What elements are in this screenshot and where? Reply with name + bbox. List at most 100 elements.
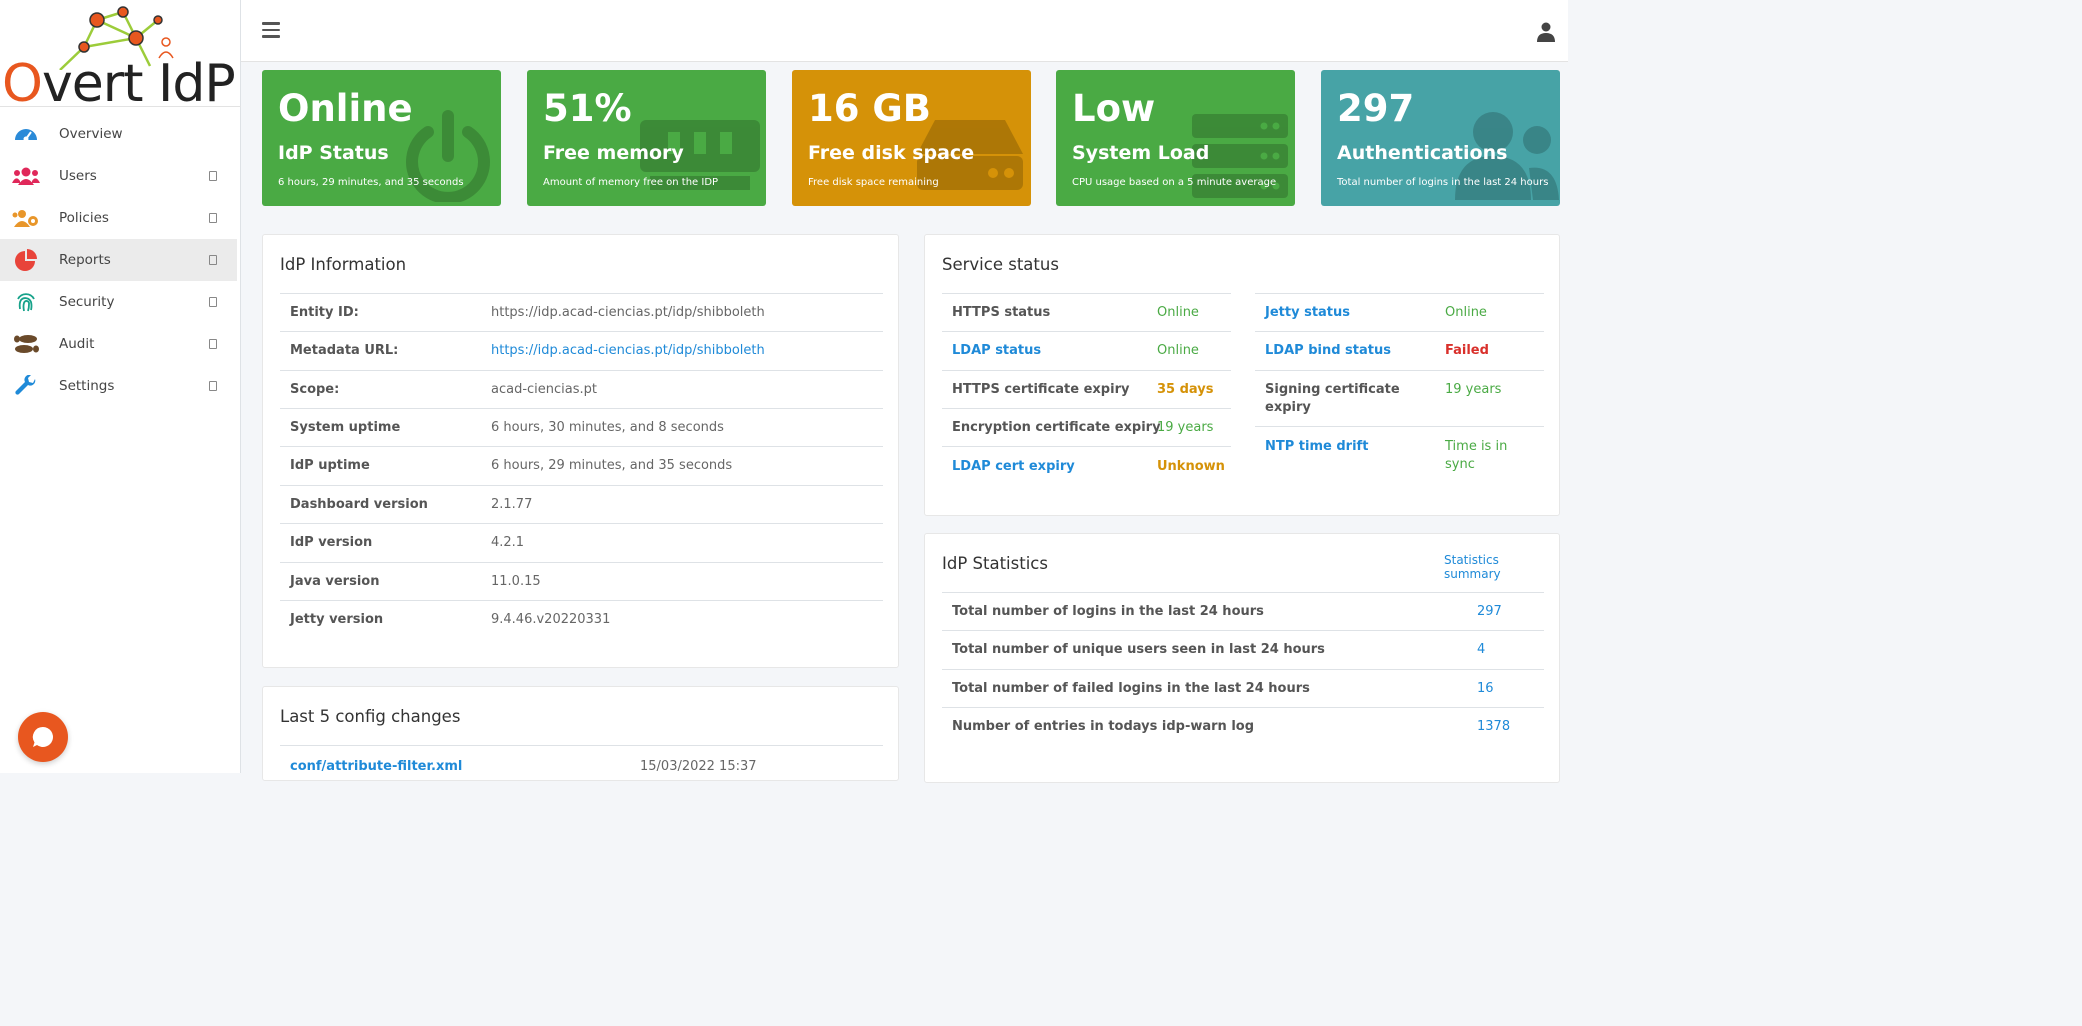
table-row: Jetty version 9.4.46.v20220331 [280, 600, 883, 638]
stat-value-link[interactable]: 1378 [1477, 718, 1510, 736]
sidebar: Overt IdP Overview Users Policies Report… [0, 0, 241, 773]
statistics-summary-link[interactable]: Statistics summary [1444, 553, 1559, 581]
box-subtitle: CPU usage based on a 5 minute average [1072, 177, 1277, 188]
row-label: Scope: [290, 382, 340, 397]
info-box-authentications: 297 Authentications Total number of logi… [1321, 70, 1560, 206]
table-row: Signing certificate expiry 19 years [1255, 370, 1544, 426]
table-row: Dashboard version 2.1.77 [280, 485, 883, 523]
sidebar-item-reports[interactable]: Reports [0, 239, 237, 281]
table-row: Total number of failed logins in the las… [942, 669, 1544, 707]
ldap-bind-status-link[interactable]: LDAP bind status [1265, 342, 1391, 360]
status-value: Failed [1445, 343, 1489, 358]
info-box-system-load: Low System Load CPU usage based on a 5 m… [1056, 70, 1295, 206]
table-row: HTTPS certificate expiry 35 days [942, 370, 1231, 408]
config-changes-card: Last 5 config changes conf/attribute-fil… [262, 686, 899, 781]
metadata-url-link[interactable]: https://idp.acad-ciencias.pt/idp/shibbol… [491, 342, 765, 360]
idp-statistics-card: IdP Statistics Statistics summary Total … [924, 533, 1560, 783]
status-value: 19 years [1445, 382, 1502, 397]
row-label: Entity ID: [290, 305, 359, 320]
box-value: Online [278, 87, 413, 130]
info-box-free-memory: 51% Free memory Amount of memory free on… [527, 70, 766, 206]
expand-caret-icon[interactable] [209, 297, 217, 307]
expand-caret-icon[interactable] [209, 255, 217, 265]
row-label: Total number of logins in the last 24 ho… [952, 604, 1264, 619]
status-value: Time is in sync [1445, 439, 1508, 472]
expand-caret-icon[interactable] [209, 381, 217, 391]
row-value: 9.4.46.v20220331 [491, 612, 611, 627]
ntp-time-drift-link[interactable]: NTP time drift [1265, 438, 1368, 456]
status-value: Online [1445, 305, 1487, 320]
box-title: IdP Status [278, 142, 389, 164]
sidebar-item-overview[interactable]: Overview [0, 113, 240, 155]
fingerprint-icon [12, 291, 40, 313]
box-title: Free disk space [808, 142, 975, 164]
row-label: HTTPS status [952, 305, 1051, 320]
box-value: 51% [543, 87, 632, 130]
row-value: https://idp.acad-ciencias.pt/idp/shibbol… [491, 305, 765, 320]
row-value: acad-ciencias.pt [491, 382, 597, 397]
row-label: HTTPS certificate expiry [952, 382, 1130, 397]
row-label: Total number of unique users seen in las… [952, 642, 1325, 657]
jetty-status-link[interactable]: Jetty status [1265, 304, 1350, 322]
table-row: Number of entries in todays idp-warn log… [942, 707, 1544, 745]
card-title: IdP Statistics [942, 554, 1048, 573]
table-row: conf/attribute-filter.xml 15/03/2022 15:… [280, 745, 883, 783]
wrench-icon [12, 375, 40, 397]
sidebar-item-policies[interactable]: Policies [0, 197, 240, 239]
table-row: LDAP cert expiry Unknown [942, 446, 1231, 484]
table-row: Jetty status Online [1255, 293, 1544, 331]
row-value: 6 hours, 30 minutes, and 8 seconds [491, 420, 724, 435]
ldap-cert-expiry-link[interactable]: LDAP cert expiry [952, 458, 1075, 476]
row-label: Number of entries in todays idp-warn log [952, 719, 1255, 734]
overt-idp-logo[interactable]: Overt IdP [0, 0, 241, 107]
row-value: 2.1.77 [491, 497, 533, 512]
table-row: NTP time drift Time is in sync [1255, 426, 1544, 482]
top-navbar [241, 0, 1568, 62]
row-label: System uptime [290, 420, 401, 435]
chat-widget-button[interactable] [18, 712, 68, 762]
logo-wordmark: Overt IdP [2, 54, 236, 107]
stat-value-link[interactable]: 297 [1477, 603, 1502, 621]
table-row: IdP uptime 6 hours, 29 minutes, and 35 s… [280, 446, 883, 484]
box-subtitle: Total number of logins in the last 24 ho… [1337, 177, 1549, 188]
status-value: Online [1157, 343, 1199, 358]
row-value: 4.2.1 [491, 535, 525, 550]
config-file-link[interactable]: conf/attribute-filter.xml [290, 758, 462, 776]
card-title: Last 5 config changes [280, 707, 461, 726]
expand-caret-icon[interactable] [209, 213, 217, 223]
expand-caret-icon[interactable] [209, 171, 217, 181]
idp-information-card: IdP Information Entity ID: https://idp.a… [262, 234, 899, 668]
sidebar-item-label: Audit [59, 336, 95, 352]
status-value: 35 days [1157, 382, 1214, 397]
box-subtitle: 6 hours, 29 minutes, and 35 seconds [278, 177, 464, 188]
menu-toggle-icon[interactable] [262, 22, 280, 38]
info-box-idp-status: Online IdP Status 6 hours, 29 minutes, a… [262, 70, 501, 206]
table-row: Total number of logins in the last 24 ho… [942, 592, 1544, 630]
box-title: Free memory [543, 142, 684, 164]
ldap-status-link[interactable]: LDAP status [952, 342, 1041, 360]
user-account-icon[interactable] [1537, 22, 1555, 42]
table-row: Entity ID: https://idp.acad-ciencias.pt/… [280, 293, 883, 331]
sidebar-item-audit[interactable]: Audit [0, 323, 240, 365]
box-subtitle: Amount of memory free on the IDP [543, 177, 719, 188]
users-cog-icon [12, 207, 40, 229]
box-title: Authentications [1337, 142, 1508, 164]
expand-caret-icon[interactable] [209, 339, 217, 349]
stat-value-link[interactable]: 4 [1477, 641, 1485, 659]
row-value: 11.0.15 [491, 574, 541, 589]
stat-value-link[interactable]: 16 [1477, 680, 1494, 698]
sidebar-item-settings[interactable]: Settings [0, 365, 240, 407]
row-label: Dashboard version [290, 497, 428, 512]
table-row: IdP version 4.2.1 [280, 523, 883, 561]
sidebar-item-security[interactable]: Security [0, 281, 240, 323]
table-row: LDAP bind status Failed [1255, 331, 1544, 369]
row-label: Total number of failed logins in the las… [952, 681, 1310, 696]
dashboard-gauge-icon [12, 123, 40, 145]
table-row: HTTPS status Online [942, 293, 1231, 331]
row-label: Signing certificate expiry [1265, 382, 1400, 415]
sidebar-item-users[interactable]: Users [0, 155, 240, 197]
status-value: Online [1157, 305, 1199, 320]
sidebar-item-label: Reports [59, 252, 111, 268]
row-label: IdP uptime [290, 458, 370, 473]
row-label: Java version [290, 574, 380, 589]
